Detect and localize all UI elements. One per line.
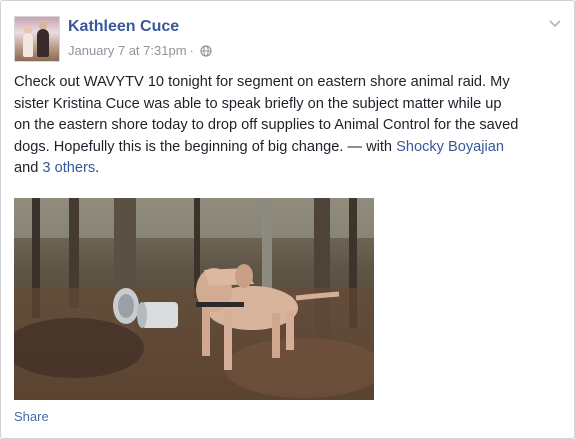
period-text: .	[95, 160, 100, 177]
post-text: Check out WAVYTV 10 tonight for segment …	[14, 72, 564, 180]
post-text-line: dogs. Hopefully this is the beginning of…	[14, 137, 564, 159]
share-link[interactable]: Share	[14, 409, 49, 424]
dog-photo-image	[14, 198, 374, 400]
meta-separator: ·	[189, 43, 194, 58]
post-text-line: Check out WAVYTV 10 tonight for segment …	[14, 74, 510, 90]
post-text-line: sister Kristina Cuce was able to speak b…	[14, 95, 502, 112]
avatar[interactable]	[14, 16, 60, 62]
post-timestamp[interactable]: January 7 at 7:31pm	[68, 43, 187, 58]
tagged-person-link[interactable]: Shocky Boyajian	[396, 139, 504, 155]
post-text-segment: dogs. Hopefully this is the beginning of…	[14, 138, 397, 155]
post-photo[interactable]	[14, 198, 374, 400]
post-meta: January 7 at 7:31pm ·	[68, 43, 212, 58]
post-text-line: and 3 others.	[14, 158, 564, 180]
post-text-line: on the eastern shore today to drop off s…	[14, 117, 519, 134]
author-name[interactable]: Kathleen Cuce	[68, 18, 179, 36]
chevron-down-icon[interactable]	[548, 18, 562, 30]
others-link[interactable]: 3 others	[42, 160, 95, 176]
post-card: Kathleen Cuce January 7 at 7:31pm · Chec…	[0, 0, 575, 439]
and-text: and	[14, 160, 43, 177]
globe-icon[interactable]	[200, 44, 212, 57]
